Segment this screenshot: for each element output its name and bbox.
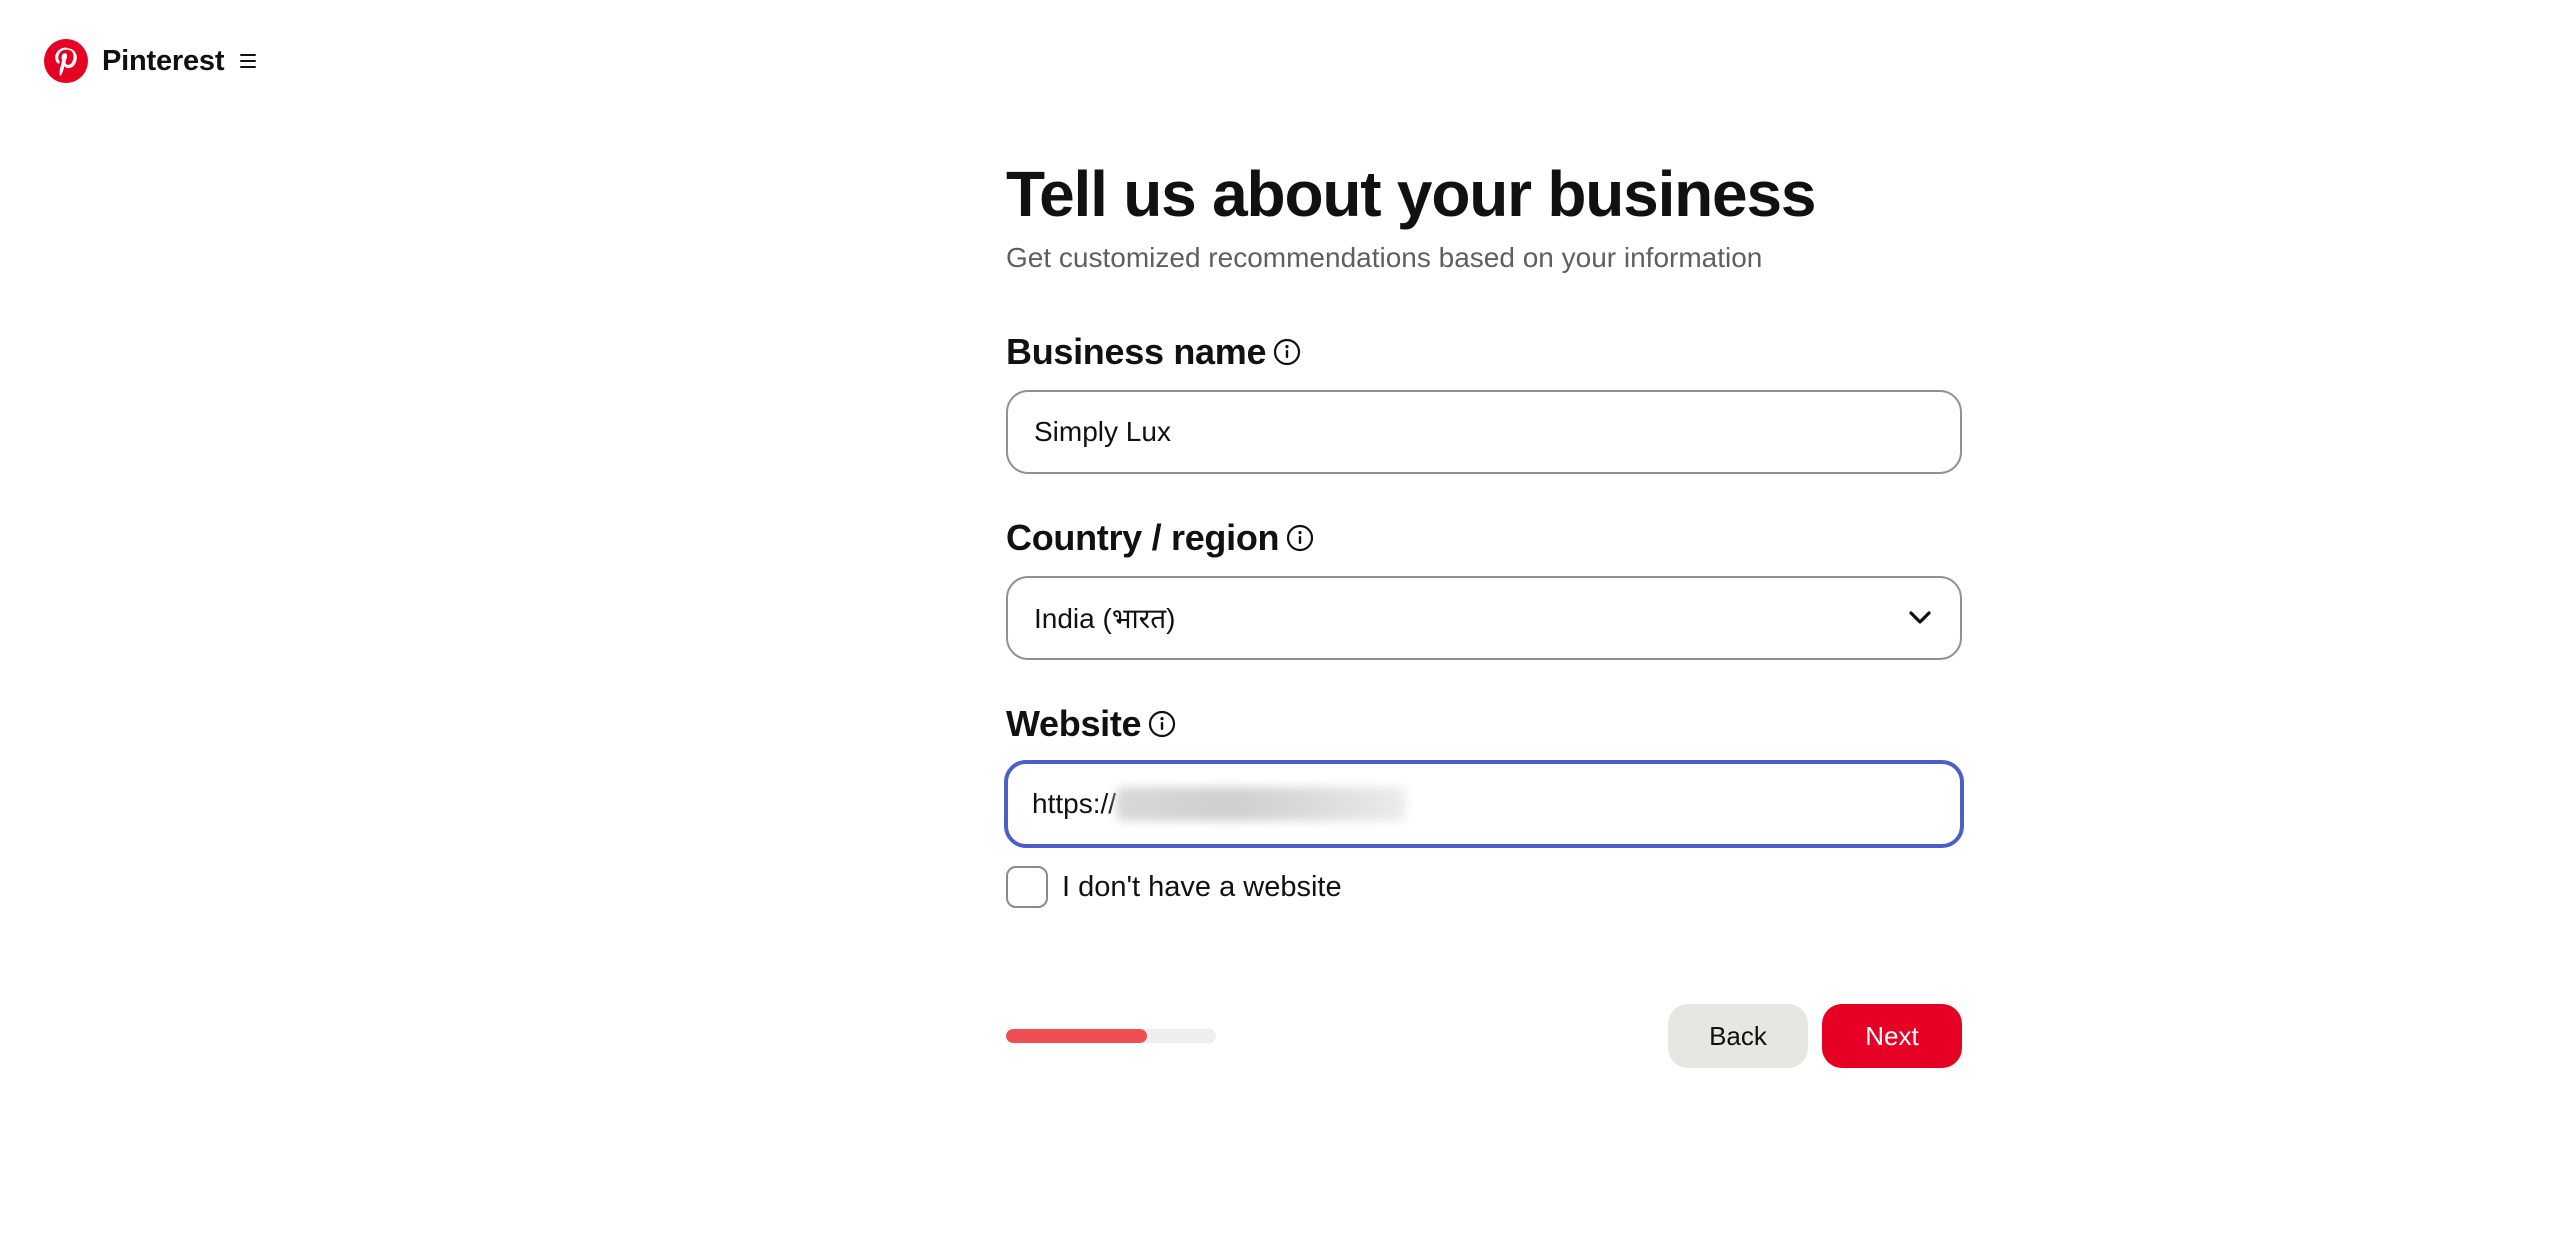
website-url-obscured bbox=[1116, 787, 1407, 821]
page-title: Tell us about your business bbox=[1006, 158, 1816, 230]
hamburger-menu-icon[interactable] bbox=[240, 51, 260, 71]
page-subtitle: Get customized recommendations based on … bbox=[1006, 242, 1763, 273]
form-footer: Back Next bbox=[1006, 1004, 1962, 1068]
business-name-label-row: Business name bbox=[1006, 328, 1962, 376]
no-website-option[interactable]: I don't have a website bbox=[1006, 866, 1962, 908]
info-icon[interactable] bbox=[1285, 523, 1315, 553]
pinterest-logo-icon[interactable] bbox=[44, 39, 88, 83]
website-label: Website bbox=[1006, 703, 1142, 744]
chevron-down-icon bbox=[1906, 604, 1934, 632]
business-form: Tell us about your business Get customiz… bbox=[1004, 150, 1964, 1068]
progress-bar-fill bbox=[1006, 1029, 1147, 1043]
business-name-field[interactable] bbox=[1034, 416, 1934, 448]
brand-name[interactable]: Pinterest bbox=[102, 45, 225, 78]
progress-bar bbox=[1006, 1029, 1216, 1043]
no-website-checkbox[interactable] bbox=[1006, 866, 1048, 908]
website-url-prefix: https:// bbox=[1032, 788, 1117, 819]
country-select[interactable]: India (भारत) bbox=[1006, 576, 1962, 660]
navigation-buttons: Back Next bbox=[1668, 1004, 1962, 1068]
website-input[interactable]: https:// bbox=[1004, 760, 1964, 848]
next-button[interactable]: Next bbox=[1822, 1004, 1962, 1068]
back-button[interactable]: Back bbox=[1668, 1004, 1808, 1068]
business-name-label: Business name bbox=[1006, 331, 1267, 372]
business-name-input[interactable] bbox=[1006, 390, 1962, 474]
no-website-label: I don't have a website bbox=[1062, 870, 1342, 903]
country-label: Country / region bbox=[1006, 517, 1280, 558]
country-selected-value: India (भारत) bbox=[1034, 603, 1176, 634]
info-icon[interactable] bbox=[1272, 337, 1302, 367]
country-label-row: Country / region bbox=[1006, 514, 1962, 562]
top-bar: Pinterest bbox=[44, 38, 260, 84]
website-label-row: Website bbox=[1006, 700, 1962, 748]
info-icon[interactable] bbox=[1147, 709, 1177, 739]
